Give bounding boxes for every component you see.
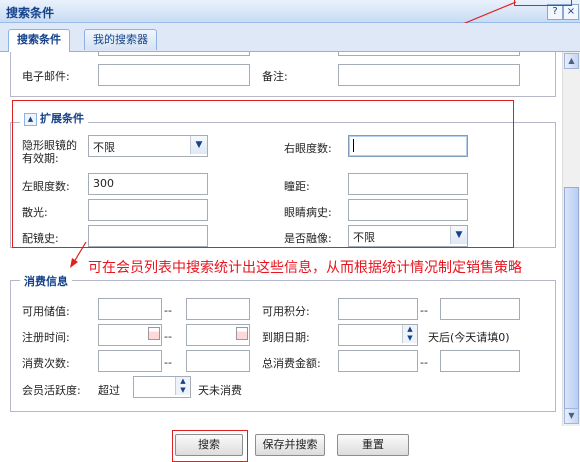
remark-field[interactable] bbox=[338, 64, 520, 86]
calendar-icon[interactable] bbox=[148, 327, 160, 340]
expire-days-stepper[interactable]: ▲ ▼ bbox=[338, 324, 418, 346]
annotation-highlight-box-search bbox=[172, 430, 248, 462]
window-title: 搜索条件 bbox=[6, 6, 55, 20]
range-dash: -- bbox=[164, 304, 172, 317]
above-field-right[interactable] bbox=[338, 52, 520, 56]
tab-my-searchers[interactable]: 我的搜索器 bbox=[84, 29, 157, 50]
footer-bar: 搜索 保存并搜索 重置 bbox=[0, 426, 580, 462]
activity-days-stepper[interactable]: ▲ ▼ bbox=[133, 376, 191, 398]
reset-button[interactable]: 重置 bbox=[337, 434, 409, 456]
register-time-end-field[interactable] bbox=[186, 324, 250, 346]
expire-suffix: 天后(今天请填0) bbox=[428, 331, 510, 344]
balance-max-field[interactable] bbox=[186, 298, 250, 320]
spinner-icon[interactable]: ▲ ▼ bbox=[175, 377, 190, 395]
range-dash: -- bbox=[420, 304, 428, 317]
scroll-up-icon[interactable]: ▲ bbox=[564, 53, 579, 69]
save-and-search-button[interactable]: 保存并搜索 bbox=[255, 434, 325, 456]
close-icon[interactable]: × bbox=[563, 4, 579, 20]
points-min-field[interactable] bbox=[338, 298, 418, 320]
spinner-icon[interactable]: ▲ ▼ bbox=[402, 325, 417, 343]
above-field-left[interactable] bbox=[98, 52, 250, 56]
search-form: 电子邮件: 备注: ▲ 扩展条件 隐形眼镜的 有效期: 不限 ▼ 右眼度数: 左眼度… bbox=[0, 52, 562, 426]
range-dash: -- bbox=[164, 356, 172, 369]
total-amount-label: 总消费金额: bbox=[262, 357, 321, 370]
register-time-label: 注册时间: bbox=[22, 331, 70, 344]
tab-search-conditions[interactable]: 搜索条件 bbox=[8, 29, 70, 52]
balance-min-field[interactable] bbox=[98, 298, 162, 320]
calendar-icon[interactable] bbox=[236, 327, 248, 340]
consume-count-label: 消费次数: bbox=[22, 357, 70, 370]
consume-count-min-field[interactable] bbox=[98, 350, 162, 372]
consumption-legend: 消费信息 bbox=[20, 273, 72, 289]
total-amount-max-field[interactable] bbox=[440, 350, 520, 372]
range-dash: -- bbox=[420, 356, 428, 369]
register-time-start-field[interactable] bbox=[98, 324, 162, 346]
email-label: 电子邮件: bbox=[22, 70, 70, 83]
points-label: 可用积分: bbox=[262, 305, 310, 318]
activity-prefix: 超过 bbox=[98, 384, 120, 397]
annotation-highlight-box-top bbox=[514, 0, 572, 6]
remark-label: 备注: bbox=[262, 70, 288, 83]
scroll-down-icon[interactable]: ▼ bbox=[564, 408, 579, 424]
expire-date-label: 到期日期: bbox=[262, 331, 310, 344]
annotation-text: 可在会员列表中搜索统计出这些信息，从而根据统计情况制定销售策略 bbox=[88, 260, 522, 276]
help-icon[interactable]: ? bbox=[547, 4, 563, 20]
scrollbar-thumb[interactable] bbox=[564, 187, 579, 415]
consume-count-max-field[interactable] bbox=[186, 350, 250, 372]
balance-label: 可用储值: bbox=[22, 305, 70, 318]
range-dash: -- bbox=[164, 330, 172, 343]
activity-label: 会员活跃度: bbox=[22, 384, 81, 397]
activity-suffix: 天未消费 bbox=[198, 384, 242, 397]
vertical-scrollbar[interactable]: ▲ ▼ bbox=[562, 52, 580, 426]
tab-strip: 搜索条件 我的搜索器 bbox=[0, 23, 580, 52]
email-field[interactable] bbox=[98, 64, 250, 86]
total-amount-min-field[interactable] bbox=[338, 350, 418, 372]
points-max-field[interactable] bbox=[440, 298, 520, 320]
annotation-highlight-box-extended bbox=[12, 100, 514, 248]
